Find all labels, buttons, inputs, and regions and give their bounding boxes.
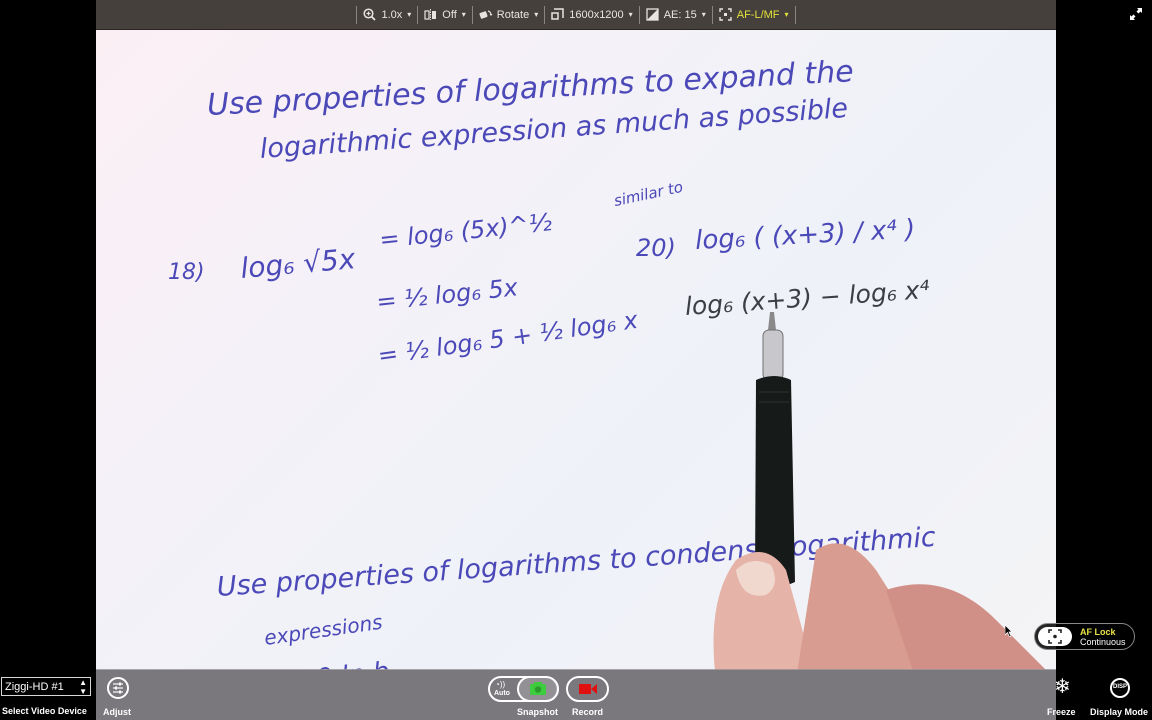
disp-icon: DISP [1112,684,1127,690]
af-lock-button[interactable] [1038,627,1072,646]
video-device-select[interactable]: Ziggi-HD #1 ▲ ▼ [1,677,91,696]
sliders-icon [113,682,123,694]
similar-to-note: similar to [612,177,685,210]
chevron-down-icon: ▾ [784,10,789,19]
exposure-dropdown[interactable]: AE: 15 ▾ [640,5,713,24]
snapshot-button[interactable] [517,676,559,702]
record-button[interactable] [566,676,609,702]
chevron-down-icon: ▾ [407,10,412,19]
adjust-label: Adjust [103,707,131,717]
problem-20-expression: log₆ ( (x+3) / x⁴ ) [694,214,916,256]
snowflake-icon: ❄ [1054,676,1071,698]
mirror-value: Off [442,8,457,21]
control-strip: Adjust ◔)) Auto Snapshot Record [96,669,1056,720]
right-panel: ❄ Freeze DISP Display Mode [1047,669,1152,720]
focus-dropdown[interactable]: AF-L/MF ▾ [713,5,796,24]
resolution-icon [551,8,564,21]
focus-frame-icon [1048,629,1062,644]
exposure-value: AE: 15 [663,8,697,21]
display-mode-button[interactable]: DISP [1110,678,1130,698]
chevron-down-icon: ▾ [701,10,706,19]
af-lock-mode: Continuous [1080,637,1126,647]
mirror-dropdown[interactable]: Off ▾ [418,5,473,24]
timer-icon: ◔)) [495,680,506,689]
bottom-control-bar: Ziggi-HD #1 ▲ ▼ Select Video Device Adjus… [0,669,1152,720]
video-camera-icon [579,684,597,694]
af-lock-toggle[interactable]: AF Lock Continuous [1034,623,1135,650]
record-label: Record [572,707,604,717]
chevron-down-icon: ▾ [461,10,466,19]
camera-video-feed: Use properties of logarithms to expand t… [96,30,1056,670]
fullscreen-toggle-icon[interactable] [1128,6,1144,22]
problem-20-label: 20) [636,234,676,262]
video-device-value: Ziggi-HD #1 [5,681,64,693]
zoom-in-icon [363,8,377,21]
stepper-arrows-icon: ▲ ▼ [79,678,87,696]
left-panel: Ziggi-HD #1 ▲ ▼ Select Video Device [0,669,96,720]
rotate-value: Rotate [496,8,530,21]
focus-value: AF-L/MF [736,8,780,21]
problem-18-step-1: = log₆ (5x)^½ [378,208,554,254]
rotate-icon [479,8,493,21]
camera-icon [530,682,546,695]
exposure-icon [646,8,659,21]
select-video-device-label: Select Video Device [2,706,87,716]
freeze-label: Freeze [1047,707,1076,717]
rotate-dropdown[interactable]: Rotate ▾ [473,5,546,24]
chevron-down-icon: ▾ [534,10,539,19]
partial-problem: 5ln a − 9 ln b [213,657,391,670]
zoom-value: 1.0x [381,8,403,21]
zoom-dropdown[interactable]: 1.0x ▾ [356,5,419,24]
af-lock-title: AF Lock [1080,627,1116,637]
freeze-button[interactable]: ❄ [1054,677,1074,697]
problem-18-step-3: = ½ log₆ 5 + ½ log₆ x [376,305,640,370]
resolution-value: 1600x1200 [569,8,624,21]
hand-image [713,543,1046,670]
camera-toolbar: 1.0x ▾ Off ▾ Rotate ▾ 1600x1200 ▾ AE: 15… [96,0,1056,30]
problem-18-expression: log₆ √5x [239,242,357,285]
auto-label: Auto [494,690,510,697]
mouse-cursor-icon [1005,625,1013,637]
chevron-down-icon: ▾ [628,10,633,19]
snapshot-label: Snapshot [517,707,559,717]
problem-18-step-2: = ½ log₆ 5x [375,273,520,316]
problem-18-label: 18) [168,260,205,285]
handwritten-heading-2-line-2: expressions [262,609,384,650]
focus-frame-icon [719,8,732,21]
resolution-dropdown[interactable]: 1600x1200 ▾ [545,5,640,24]
adjust-button[interactable] [107,677,129,699]
display-mode-label: Display Mode [1090,707,1149,717]
problem-20-step-1: log₆ (x+3) − log₆ x⁴ [683,274,931,321]
mirror-flip-icon [424,8,437,21]
